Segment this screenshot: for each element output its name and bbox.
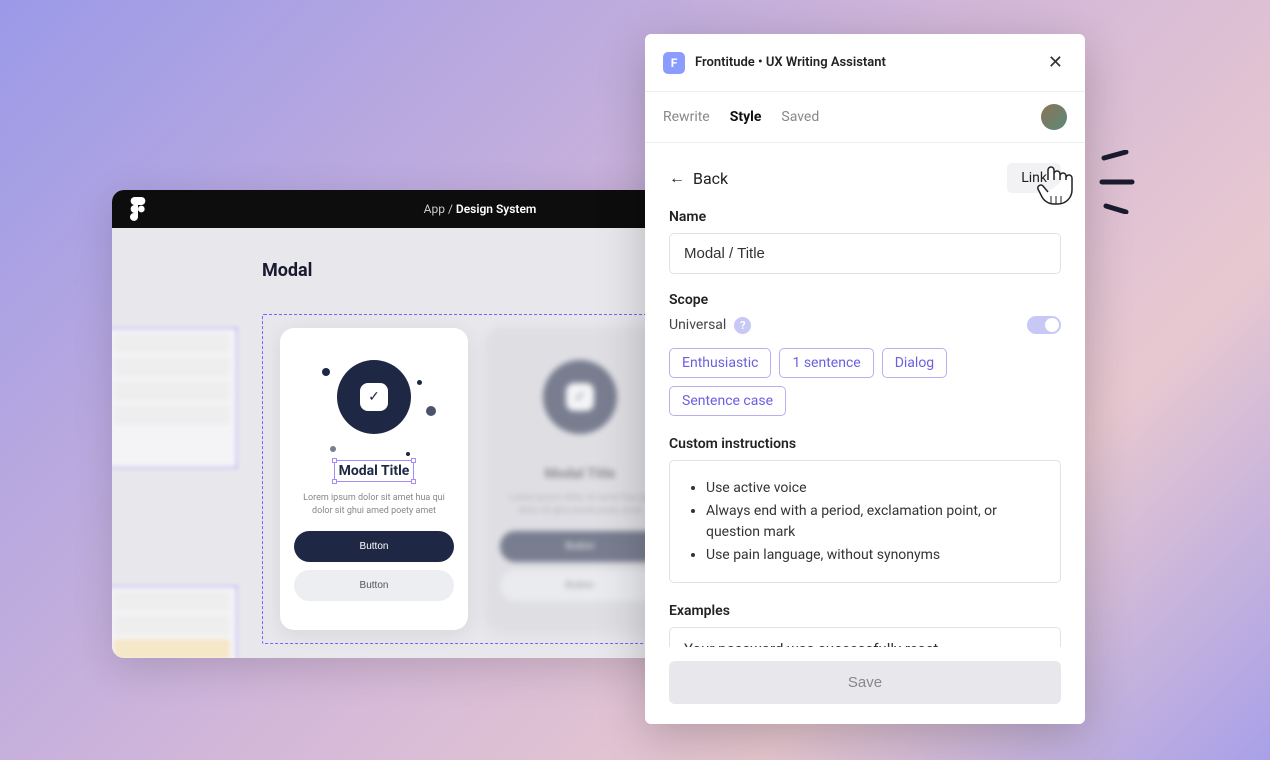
- breadcrumb-app: App: [424, 202, 445, 216]
- accent-lines-icon: [1098, 150, 1138, 214]
- check-circle-icon: ✓: [337, 360, 411, 434]
- back-button[interactable]: ← Back: [669, 168, 728, 188]
- modal-card: ✓ Modal Title Lorem ipsum dolor sit amet…: [280, 328, 468, 630]
- instruction-item: Use active voice: [706, 478, 1042, 498]
- chip-sentence-case[interactable]: Sentence case: [669, 386, 786, 416]
- plugin-app-icon: F: [663, 52, 685, 74]
- example-item[interactable]: Your password was successfully reset.: [669, 627, 1061, 647]
- modal-body-text: Lorem ipsum dolor sit amet hua qui dolor…: [298, 492, 450, 517]
- name-input[interactable]: [669, 233, 1061, 274]
- modal-title-text-selected[interactable]: Modal Title: [334, 460, 415, 482]
- check-icon: ✓: [360, 383, 388, 411]
- tab-rewrite[interactable]: Rewrite: [663, 109, 710, 125]
- plugin-title: Frontitude • UX Writing Assistant: [695, 55, 1034, 70]
- figma-logo-icon: [130, 197, 146, 221]
- avatar[interactable]: [1041, 104, 1067, 130]
- modal-primary-button[interactable]: Button: [294, 531, 454, 562]
- scope-value: Universal: [669, 317, 726, 333]
- chip-enthusiastic[interactable]: Enthusiastic: [669, 348, 771, 378]
- custom-instructions-label: Custom instructions: [669, 436, 1061, 452]
- chip-sentence-count[interactable]: 1 sentence: [779, 348, 873, 378]
- link-button[interactable]: Link: [1007, 163, 1061, 193]
- name-label: Name: [669, 209, 1061, 225]
- plugin-tabs: Rewrite Style Saved: [645, 92, 1085, 143]
- instruction-item: Use pain language, without synonyms: [706, 545, 1042, 565]
- scope-label: Scope: [669, 292, 1061, 308]
- save-button[interactable]: Save: [669, 661, 1061, 704]
- modal-graphic: ✓: [294, 360, 454, 460]
- blurred-panel: [112, 328, 237, 468]
- instruction-item: Always end with a period, exclamation po…: [706, 501, 1042, 542]
- close-icon[interactable]: ✕: [1044, 48, 1067, 77]
- tab-saved[interactable]: Saved: [781, 109, 819, 125]
- arrow-left-icon: ←: [669, 168, 685, 188]
- scope-toggle[interactable]: [1027, 316, 1061, 334]
- help-icon[interactable]: ?: [734, 317, 751, 334]
- plugin-panel: F Frontitude • UX Writing Assistant ✕ Re…: [645, 34, 1085, 724]
- breadcrumb-page: Design System: [456, 202, 536, 216]
- plugin-header: F Frontitude • UX Writing Assistant ✕: [645, 34, 1085, 92]
- modal-secondary-button[interactable]: Button: [294, 570, 454, 601]
- blurred-panel: [112, 586, 237, 658]
- chip-dialog[interactable]: Dialog: [882, 348, 947, 378]
- custom-instructions-box[interactable]: Use active voice Always end with a perio…: [669, 460, 1061, 583]
- examples-label: Examples: [669, 603, 1061, 619]
- plugin-body: ← Back Link Name Scope Universal ? Enthu…: [645, 143, 1085, 647]
- tab-style[interactable]: Style: [730, 109, 762, 125]
- scope-chips: Enthusiastic 1 sentence Dialog Sentence …: [669, 348, 1061, 416]
